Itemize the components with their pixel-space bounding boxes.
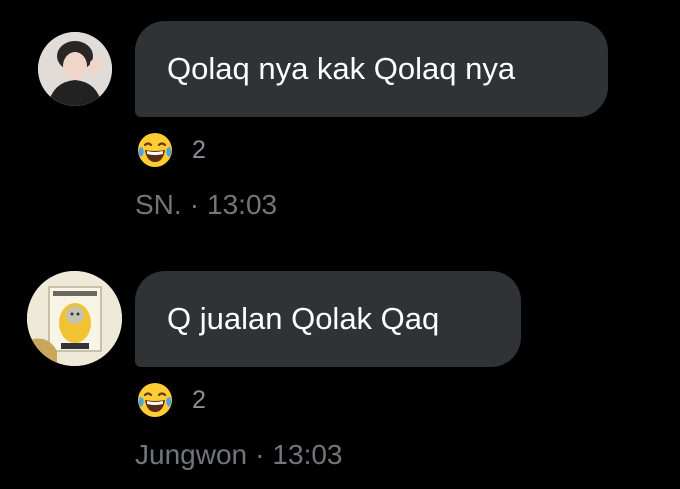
message-meta: SN. · 13:03: [135, 189, 277, 221]
sender-name: SN.: [135, 189, 182, 220]
sender-avatar[interactable]: [27, 271, 122, 366]
message-time: 13:03: [272, 439, 343, 470]
meta-separator: ·: [255, 439, 265, 470]
reaction-count: 2: [192, 135, 206, 164]
face-with-tears-of-joy-icon: [138, 133, 172, 167]
message-time: 13:03: [207, 189, 278, 220]
meta-separator: ·: [189, 189, 200, 220]
sender-name: Jungwon: [135, 439, 248, 470]
reaction-badge[interactable]: 2: [136, 131, 206, 169]
reaction-count: 2: [192, 385, 206, 414]
message-meta: Jungwon · 13:03: [135, 439, 343, 471]
message-bubble[interactable]: Qolaq nya kak Qolaq nya: [135, 21, 608, 117]
message-text: Qolaq nya kak Qolaq nya: [167, 51, 516, 86]
face-with-tears-of-joy-icon: [138, 383, 172, 417]
message-bubble[interactable]: Q jualan Qolak Qaq: [135, 271, 521, 367]
reaction-badge[interactable]: 2: [136, 381, 206, 419]
sender-avatar[interactable]: [38, 32, 112, 106]
message-text: Q jualan Qolak Qaq: [167, 301, 440, 336]
yellow-cartoon-avatar-icon: [27, 271, 122, 366]
person-avatar-icon: [38, 32, 112, 106]
